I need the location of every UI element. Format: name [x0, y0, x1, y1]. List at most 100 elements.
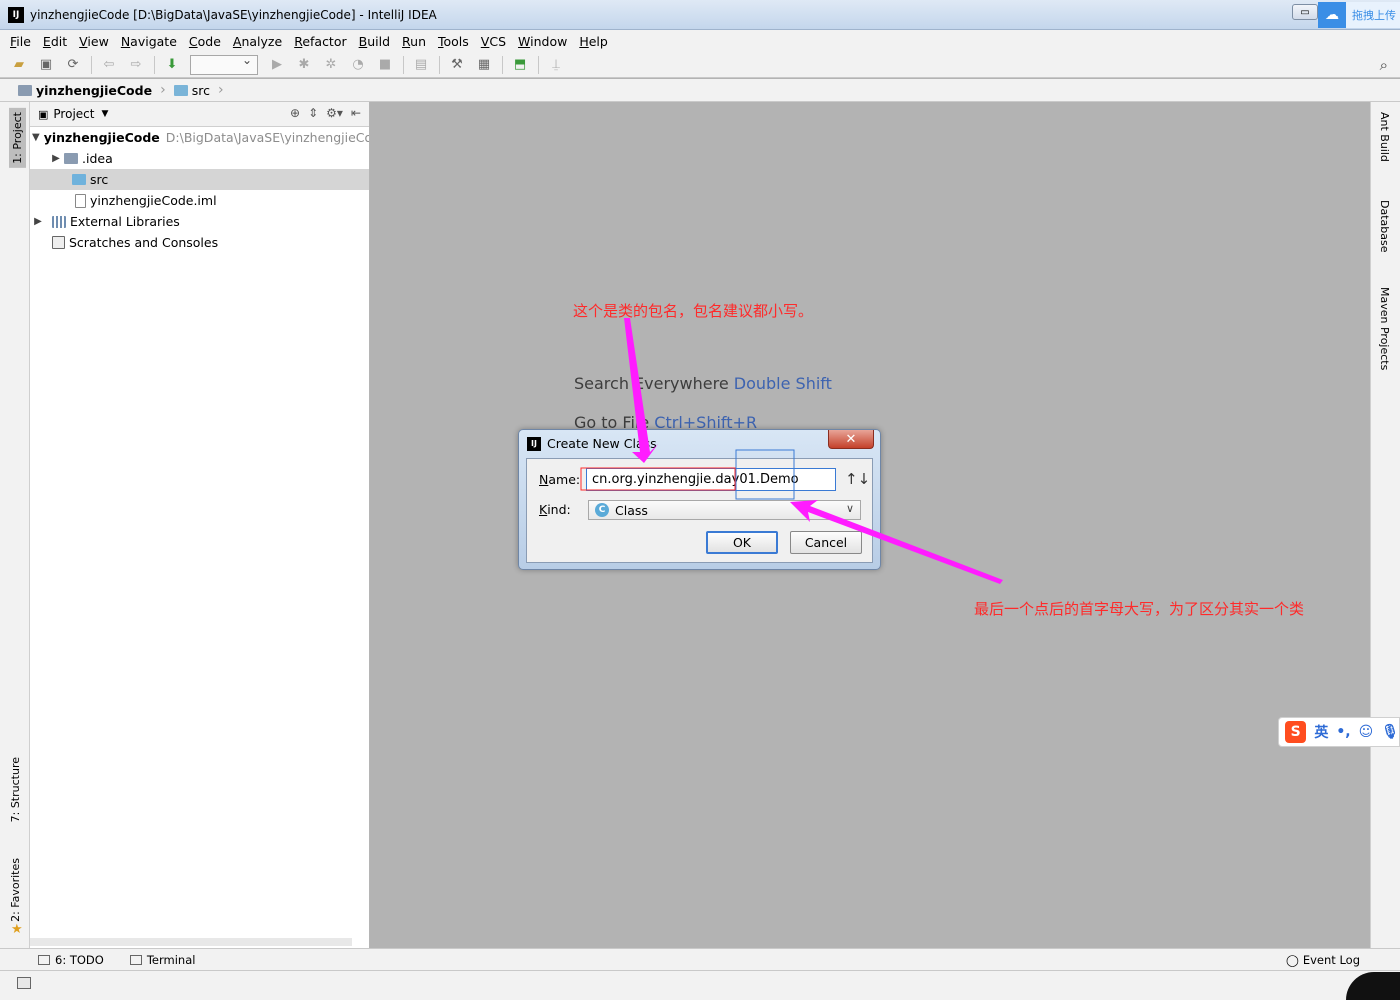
menu-window[interactable]: Window	[518, 34, 567, 49]
event-log-icon: ◯	[1285, 952, 1299, 967]
ok-button-label: OK	[732, 535, 752, 550]
dialog-title: Create New Class	[547, 436, 657, 451]
minimize-button[interactable]: ▭	[1292, 4, 1318, 20]
project-structure-icon[interactable]: ▦	[475, 56, 493, 74]
toolbar-separator	[91, 55, 92, 74]
run-icon[interactable]: ▶	[268, 56, 286, 74]
tab-todo[interactable]: 6: TODO	[38, 953, 104, 967]
avd-icon[interactable]: ⍊	[547, 56, 565, 74]
chevron-down-icon[interactable]: ▼	[101, 109, 108, 119]
open-folder-icon[interactable]: ▰	[10, 56, 28, 74]
tree-item-root[interactable]: ▼ yinzhengjieCode D:\BigData\JavaSE\yinz…	[30, 127, 369, 148]
breadcrumb-chevron-icon: ›	[160, 82, 166, 98]
project-view-select[interactable]: Project	[53, 107, 94, 121]
collapse-arrow-icon[interactable]: ▶	[30, 216, 46, 227]
horizontal-scrollbar[interactable]	[30, 938, 352, 946]
menu-help[interactable]: Help	[579, 34, 608, 49]
search-icon[interactable]: ⌕	[1380, 56, 1388, 74]
tab-ant-build-label: Ant Build	[1378, 112, 1391, 162]
ime-language[interactable]: 英	[1314, 722, 1328, 742]
menu-navigate[interactable]: Navigate	[121, 34, 177, 49]
menu-refactor[interactable]: Refactor	[294, 34, 346, 49]
tree-item-src[interactable]: src	[30, 169, 369, 190]
tab-project[interactable]: 1: Project	[9, 108, 26, 168]
tree-item-external-libraries[interactable]: ▶ External Libraries	[30, 211, 369, 232]
upload-widget[interactable]: ☁ 拖拽上传	[1318, 2, 1400, 28]
microphone-icon[interactable]: 🎙	[1381, 724, 1399, 740]
tab-event-log[interactable]: ◯ Event Log	[1286, 953, 1360, 967]
coverage-icon[interactable]: ✲	[322, 56, 340, 74]
status-bar	[0, 970, 1400, 1000]
project-panel-header: ▣ Project ▼ ⊕ ⇕ ⚙▾ ⇤	[30, 102, 369, 127]
expand-arrow-icon[interactable]: ▼	[32, 132, 40, 143]
build-project-icon[interactable]: ⬇	[163, 56, 181, 74]
breadcrumb-src[interactable]: src	[173, 82, 210, 98]
forward-icon[interactable]: ⇨	[127, 56, 145, 74]
collapse-icon[interactable]: ⇕	[308, 106, 318, 120]
attach-icon[interactable]: ▤	[412, 56, 430, 74]
tree-item-idea[interactable]: ▶ .idea	[30, 148, 369, 169]
sync-icon[interactable]: ⟳	[64, 56, 82, 74]
breadcrumb-src-label: src	[191, 82, 210, 98]
tree-scratches-label: Scratches and Consoles	[69, 235, 219, 250]
tab-favorites[interactable]: 2: Favorites	[9, 858, 22, 922]
gear-icon[interactable]: ⚙▾	[326, 106, 343, 120]
tab-todo-label: 6: TODO	[55, 952, 104, 967]
tab-database[interactable]: Database	[1378, 200, 1391, 253]
tab-structure[interactable]: 7: Structure	[9, 757, 22, 822]
tab-project-label: 1: Project	[11, 112, 24, 164]
star-icon: ★	[11, 922, 23, 937]
tab-maven-projects[interactable]: Maven Projects	[1378, 287, 1391, 370]
menu-tools[interactable]: Tools	[438, 34, 469, 49]
sdk-manager-icon[interactable]: ⬒	[511, 56, 529, 74]
menu-view[interactable]: View	[79, 34, 109, 49]
emoji-icon[interactable]: ☺	[1359, 724, 1374, 740]
menu-code[interactable]: Code	[189, 34, 221, 49]
window-title: yinzhengjieCode [D:\BigData\JavaSE\yinzh…	[30, 7, 437, 22]
tab-structure-label: 7: Structure	[9, 757, 22, 823]
class-name-input[interactable]	[586, 468, 836, 491]
ok-button[interactable]: OK	[706, 531, 778, 554]
annotation-package-note: 这个是类的包名，包名建议都小写。	[573, 302, 814, 320]
cancel-button[interactable]: Cancel	[790, 531, 862, 554]
ime-punctuation[interactable]: •,	[1336, 724, 1350, 740]
chevron-down-icon: ∨	[845, 502, 854, 515]
tree-root-path: D:\BigData\JavaSE\yinzhengjieCode	[165, 130, 369, 145]
debug-icon[interactable]: ✱	[295, 56, 313, 74]
back-icon[interactable]: ⇦	[100, 56, 118, 74]
menu-vcs[interactable]: VCS	[481, 34, 506, 49]
menu-edit[interactable]: Edit	[43, 34, 67, 49]
locate-icon[interactable]: ⊕	[290, 106, 300, 120]
menu-run[interactable]: Run	[402, 34, 426, 49]
ime-toolbar[interactable]: S 英 •, ☺ 🎙	[1278, 717, 1400, 747]
save-icon[interactable]: ▣	[37, 56, 55, 74]
toggle-tool-windows-icon[interactable]	[17, 977, 31, 989]
sogou-logo-icon: S	[1285, 721, 1307, 743]
left-tool-strip: 1: Project 7: Structure 2: Favorites ★	[0, 102, 30, 948]
scratches-icon	[52, 236, 65, 249]
settings-wrench-icon[interactable]: ⚒	[448, 56, 466, 74]
profile-icon[interactable]: ◔	[349, 56, 367, 74]
dialog-close-button[interactable]: ✕	[828, 430, 874, 449]
tree-idea-label: .idea	[82, 151, 113, 166]
kind-select[interactable]: C Class ∨	[588, 500, 861, 520]
tree-src-label: src	[90, 172, 109, 187]
tree-item-scratches[interactable]: Scratches and Consoles	[30, 232, 369, 253]
swap-arrows-icon[interactable]: ↑↓	[845, 470, 870, 488]
breadcrumb-project[interactable]: yinzhengjieCode	[18, 83, 152, 98]
toolbar-separator	[439, 55, 440, 74]
source-folder-icon	[72, 174, 86, 185]
menu-analyze[interactable]: Analyze	[233, 34, 282, 49]
stop-icon[interactable]: ■	[376, 56, 394, 74]
tab-terminal[interactable]: Terminal	[129, 953, 195, 967]
breadcrumb-chevron-icon: ›	[217, 82, 224, 98]
menu-file[interactable]: File	[10, 34, 31, 49]
bottom-tool-bar: 6: TODO Terminal ◯ Event Log	[0, 948, 1400, 970]
run-configuration-select[interactable]	[190, 53, 258, 75]
menu-build[interactable]: Build	[359, 34, 390, 49]
search-everywhere-hint: Search Everywhere Double Shift	[574, 374, 832, 393]
collapse-arrow-icon[interactable]: ▶	[48, 153, 64, 164]
tab-ant-build[interactable]: Ant Build	[1378, 112, 1391, 162]
tree-item-iml[interactable]: yinzhengjieCode.iml	[30, 190, 369, 211]
hide-icon[interactable]: ⇤	[351, 106, 361, 120]
